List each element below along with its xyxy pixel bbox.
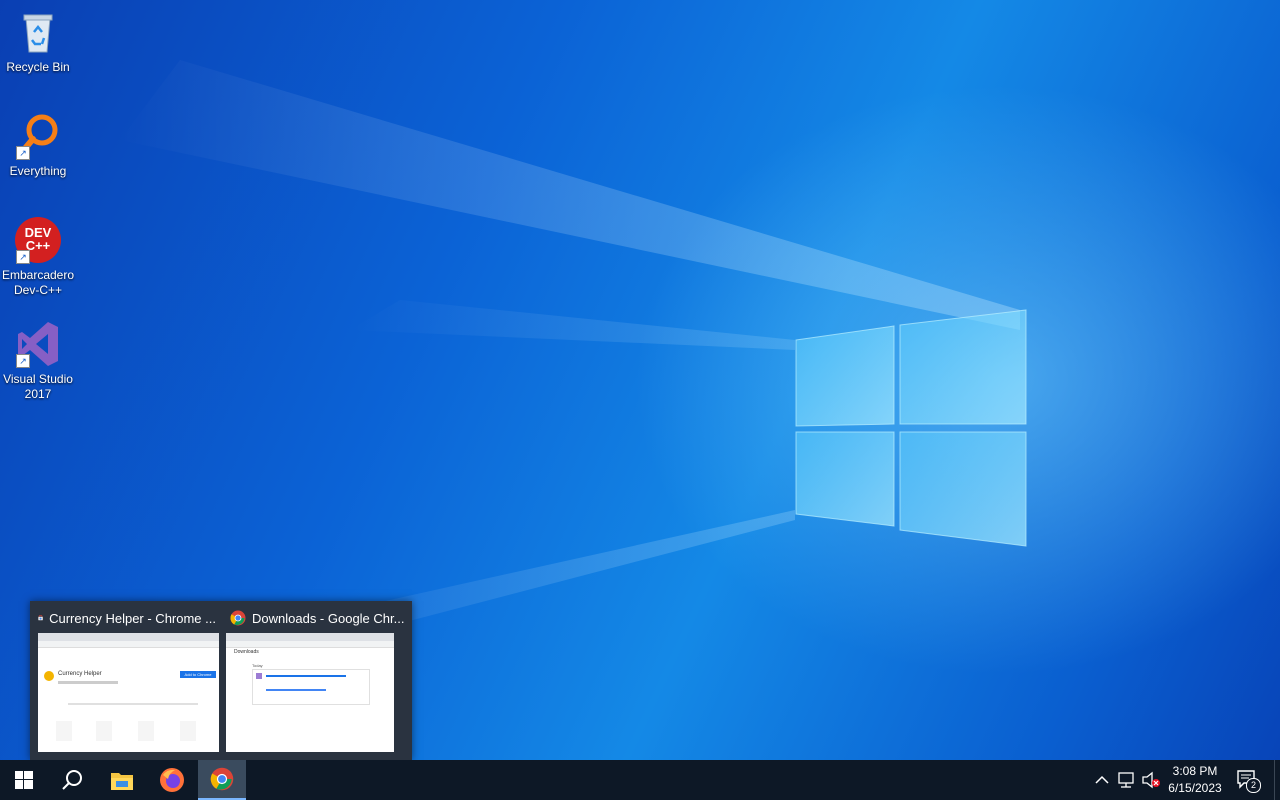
- thumbnail-currency-helper[interactable]: Currency Helper - Chrome ... Currency He…: [30, 601, 220, 760]
- desktop-icon-everything[interactable]: ↗ Everything: [0, 112, 76, 179]
- notification-count-badge: 2: [1246, 778, 1261, 793]
- wallpaper-windows-logo: [795, 309, 1027, 547]
- search-button[interactable]: [48, 760, 96, 800]
- magnifier-icon: ↗: [14, 112, 62, 160]
- preview-add-button: Add to Chrome: [180, 671, 216, 678]
- search-icon: [62, 770, 82, 790]
- taskbar-thumbnail-popup: Currency Helper - Chrome ... Currency He…: [30, 601, 412, 760]
- action-center-button[interactable]: 2: [1236, 769, 1261, 793]
- thumbnail-downloads[interactable]: Downloads - Google Chr... Downloads Toda…: [222, 601, 412, 760]
- desktop-icon-label: Everything: [9, 164, 67, 178]
- thumbnail-preview: Currency Helper Add to Chrome: [38, 633, 219, 752]
- desktop-icon-label: Embarcadero Dev-C++: [1, 268, 75, 297]
- file-explorer-button[interactable]: [98, 760, 146, 800]
- preview-heading: Downloads: [234, 649, 259, 655]
- thumbnail-title: Currency Helper - Chrome ...: [49, 610, 216, 626]
- recycle-bin-icon: [14, 8, 62, 56]
- chrome-icon: [230, 610, 246, 626]
- desktop-icon-recycle-bin[interactable]: Recycle Bin: [0, 8, 76, 75]
- chrome-taskbar-button[interactable]: [198, 760, 246, 800]
- show-hidden-icons-button[interactable]: [1093, 771, 1111, 794]
- devcpp-icon: DEV C++ ↗: [14, 216, 62, 264]
- preview-heading: Currency Helper: [58, 671, 102, 677]
- firefox-icon: [160, 768, 184, 792]
- chevron-up-icon: [1095, 775, 1109, 784]
- chrome-icon: [210, 767, 234, 791]
- volume-button[interactable]: [1141, 771, 1161, 794]
- clock-date: 6/15/2023: [1168, 781, 1222, 795]
- network-button[interactable]: [1117, 771, 1137, 794]
- clock-time: 3:08 PM: [1172, 764, 1218, 778]
- shortcut-arrow-icon: ↗: [16, 250, 30, 264]
- desktop-icon-visual-studio[interactable]: ↗ Visual Studio 2017: [0, 320, 76, 402]
- devcpp-icon-text: DEV C++: [24, 225, 52, 253]
- chrome-web-store-icon: [38, 615, 43, 621]
- taskbar: 3:08 PM 6/15/2023 2: [0, 760, 1280, 800]
- windows-logo-icon: [15, 771, 33, 789]
- thumbnail-preview: Downloads Today: [226, 633, 394, 752]
- start-button[interactable]: [0, 760, 48, 800]
- clock[interactable]: 3:08 PM 6/15/2023: [1162, 763, 1228, 797]
- folder-icon: [111, 773, 133, 790]
- shortcut-arrow-icon: ↗: [16, 146, 30, 160]
- desktop-icon-devcpp[interactable]: DEV C++ ↗ Embarcadero Dev-C++: [0, 216, 76, 298]
- volume-muted-icon: [1142, 771, 1160, 789]
- shortcut-arrow-icon: ↗: [16, 354, 30, 368]
- thumbnail-title: Downloads - Google Chr...: [252, 610, 405, 626]
- firefox-button[interactable]: [148, 760, 196, 800]
- preview-item: Today: [252, 663, 263, 668]
- desktop-icon-label: Recycle Bin: [6, 60, 70, 74]
- visual-studio-icon: ↗: [14, 320, 62, 368]
- show-desktop-button[interactable]: [1274, 760, 1280, 800]
- desktop-icon-label: Visual Studio 2017: [3, 372, 73, 401]
- network-icon: [1118, 772, 1134, 788]
